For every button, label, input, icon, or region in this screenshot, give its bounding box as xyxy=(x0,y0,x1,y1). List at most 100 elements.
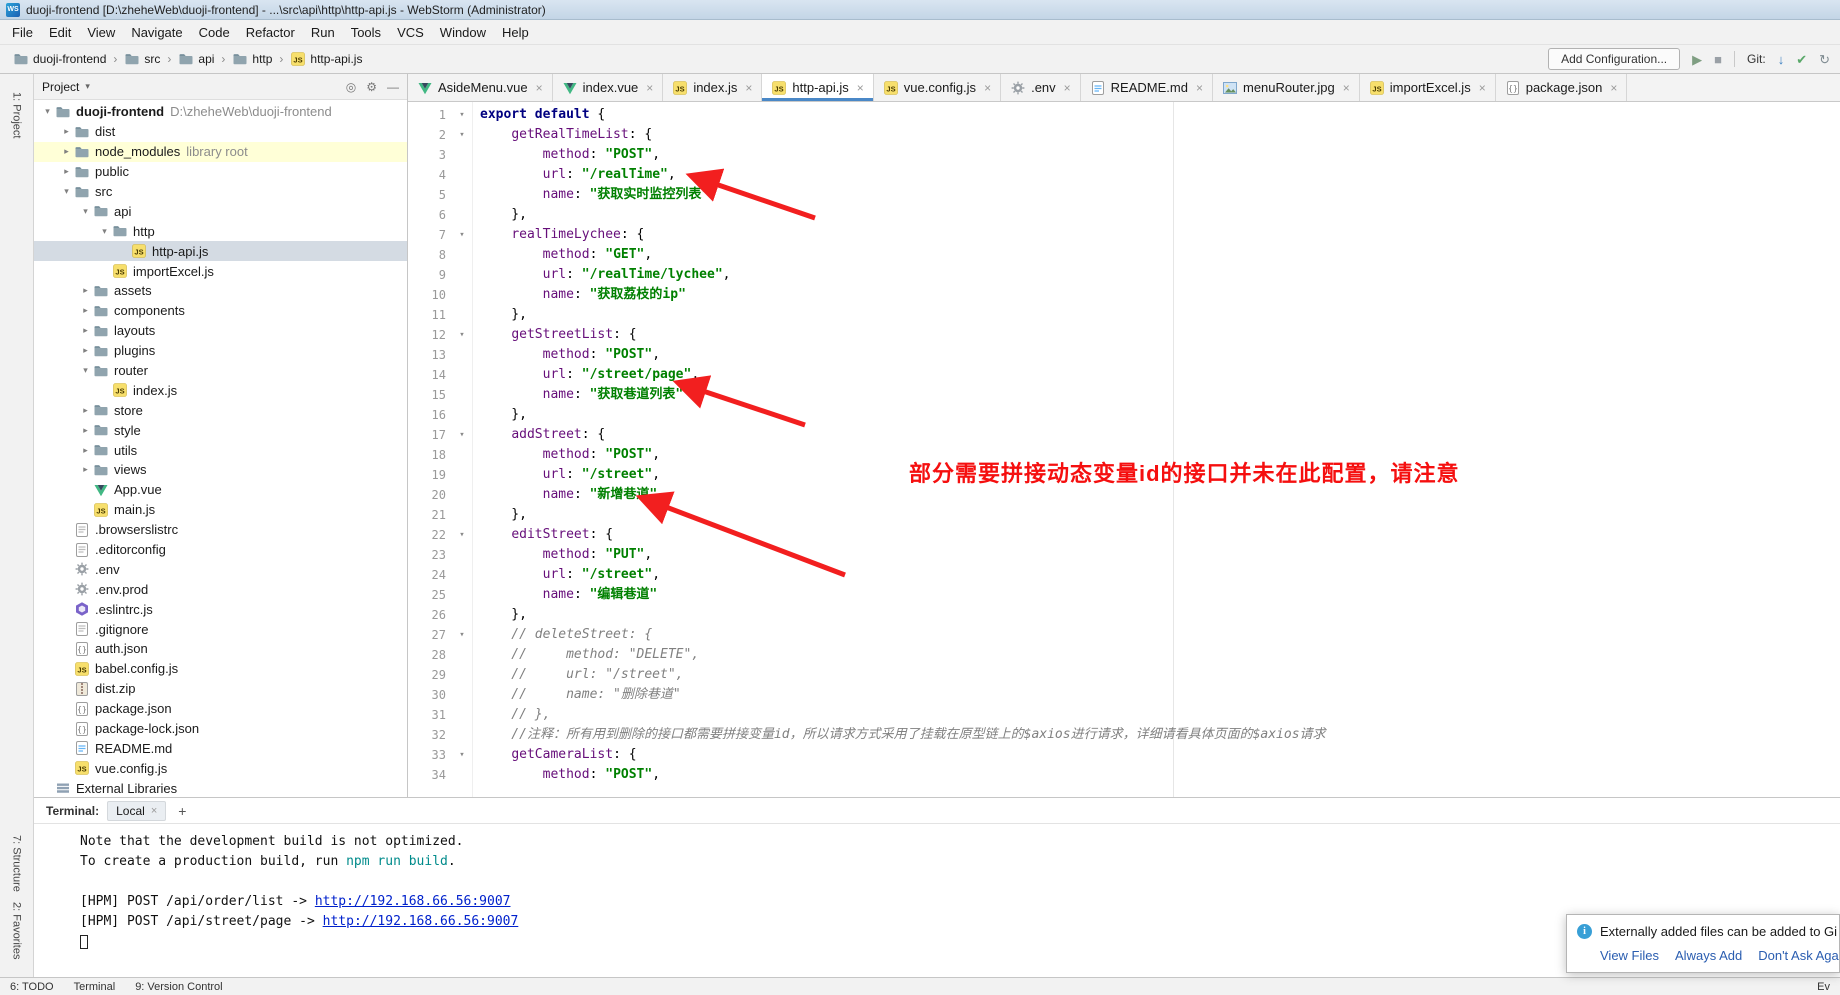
tree-item-app-vue[interactable]: App.vue xyxy=(34,480,407,500)
add-configuration-button[interactable]: Add Configuration... xyxy=(1548,48,1680,70)
status-item-6-todo[interactable]: 6: TODO xyxy=(10,981,54,993)
code-line-23[interactable]: 23 method: "PUT", xyxy=(408,545,1840,565)
code-line-33[interactable]: 33▾ getCameraList: { xyxy=(408,745,1840,765)
code-line-34[interactable]: 34 method: "POST", xyxy=(408,765,1840,785)
menu-item-window[interactable]: Window xyxy=(432,22,494,43)
code-line-2[interactable]: 2▾ getRealTimeList: { xyxy=(408,125,1840,145)
tab-menurouter-jpg[interactable]: menuRouter.jpg× xyxy=(1213,74,1360,101)
tab-index-js[interactable]: JSindex.js× xyxy=(663,74,762,101)
tree-item-views[interactable]: ▸views xyxy=(34,460,407,480)
code-line-12[interactable]: 12▾ getStreetList: { xyxy=(408,325,1840,345)
tab-importexcel-js[interactable]: JSimportExcel.js× xyxy=(1360,74,1496,101)
chevron-right-icon[interactable]: ▸ xyxy=(59,146,74,157)
tab-package-json[interactable]: {}package.json× xyxy=(1496,74,1628,101)
code-line-26[interactable]: 26 }, xyxy=(408,605,1840,625)
tree-item-babel-config-js[interactable]: JSbabel.config.js xyxy=(34,659,407,679)
tree-item-importexcel-js[interactable]: JSimportExcel.js xyxy=(34,261,407,281)
chevron-right-icon[interactable]: ▸ xyxy=(78,345,93,356)
code-line-27[interactable]: 27▾ // deleteStreet: { xyxy=(408,625,1840,645)
new-terminal-tab-button[interactable]: + xyxy=(174,803,190,819)
tree-item-index-js[interactable]: JSindex.js xyxy=(34,380,407,400)
code-area[interactable]: 1▾export default {2▾ getRealTimeList: {3… xyxy=(408,102,1840,797)
tree-item-eslintrc-js[interactable]: .eslintrc.js xyxy=(34,599,407,619)
menu-item-view[interactable]: View xyxy=(79,22,123,43)
code-line-32[interactable]: 32 //注释：所有用到删除的接口都需要拼接变量id，所以请求方式采用了挂载在原… xyxy=(408,725,1840,745)
code-line-3[interactable]: 3 method: "POST", xyxy=(408,145,1840,165)
code-line-5[interactable]: 5 name: "获取实时监控列表" xyxy=(408,185,1840,205)
chevron-right-icon[interactable]: ▸ xyxy=(78,285,93,296)
tree-item-style[interactable]: ▸style xyxy=(34,420,407,440)
menu-item-file[interactable]: File xyxy=(4,22,41,43)
terminal-link[interactable]: http://192.168.66.56:9007 xyxy=(315,894,511,909)
chevron-right-icon[interactable]: ▸ xyxy=(78,445,93,456)
notification-action-don-t-ask-agai[interactable]: Don't Ask Agai xyxy=(1758,948,1840,963)
code-line-6[interactable]: 6 }, xyxy=(408,205,1840,225)
tree-item-router[interactable]: ▾router xyxy=(34,361,407,381)
tree-item-gitignore[interactable]: .gitignore xyxy=(34,619,407,639)
status-right[interactable]: Ev xyxy=(1817,981,1830,993)
code-line-22[interactable]: 22▾ editStreet: { xyxy=(408,525,1840,545)
tool-button-2-favorites[interactable]: 2: Favorites xyxy=(11,902,23,959)
chevron-right-icon[interactable]: ▸ xyxy=(59,166,74,177)
tree-item-plugins[interactable]: ▸plugins xyxy=(34,341,407,361)
chevron-right-icon[interactable]: ▸ xyxy=(78,325,93,336)
notification-action-always-add[interactable]: Always Add xyxy=(1675,948,1742,963)
tree-item-dist[interactable]: ▸dist xyxy=(34,122,407,142)
code-line-21[interactable]: 21 }, xyxy=(408,505,1840,525)
tree-item-store[interactable]: ▸store xyxy=(34,400,407,420)
fold-icon[interactable]: ▾ xyxy=(452,225,472,245)
code-line-31[interactable]: 31 // }, xyxy=(408,705,1840,725)
code-line-29[interactable]: 29 // url: "/street", xyxy=(408,665,1840,685)
terminal-link[interactable]: http://192.168.66.56:9007 xyxy=(323,914,519,929)
close-icon[interactable]: × xyxy=(857,81,864,95)
code-line-7[interactable]: 7▾ realTimeLychee: { xyxy=(408,225,1840,245)
menu-item-vcs[interactable]: VCS xyxy=(389,22,432,43)
breadcrumb-item-http[interactable]: http xyxy=(229,49,275,69)
tree-item-external-libraries[interactable]: External Libraries xyxy=(34,778,407,797)
fold-icon[interactable]: ▾ xyxy=(452,325,472,345)
tab-http-api-js[interactable]: JShttp-api.js× xyxy=(762,74,873,101)
close-icon[interactable]: × xyxy=(1343,81,1350,95)
chevron-down-icon[interactable]: ▾ xyxy=(78,365,93,376)
git-commit-icon[interactable]: ✔ xyxy=(1796,53,1807,66)
code-line-16[interactable]: 16 }, xyxy=(408,405,1840,425)
tree-item-components[interactable]: ▸components xyxy=(34,301,407,321)
code-line-1[interactable]: 1▾export default { xyxy=(408,105,1840,125)
menu-item-tools[interactable]: Tools xyxy=(343,22,389,43)
code-line-8[interactable]: 8 method: "GET", xyxy=(408,245,1840,265)
run-icon[interactable]: ▶ xyxy=(1692,53,1702,66)
code-line-4[interactable]: 4 url: "/realTime", xyxy=(408,165,1840,185)
tree-item-auth-json[interactable]: {}auth.json xyxy=(34,639,407,659)
chevron-down-icon[interactable]: ▾ xyxy=(40,106,55,117)
code-line-25[interactable]: 25 name: "编辑巷道" xyxy=(408,585,1840,605)
close-icon[interactable]: × xyxy=(984,81,991,95)
tree-item-vue-config-js[interactable]: JSvue.config.js xyxy=(34,758,407,778)
code-line-14[interactable]: 14 url: "/street/page", xyxy=(408,365,1840,385)
notification-action-view-files[interactable]: View Files xyxy=(1600,948,1659,963)
close-icon[interactable]: × xyxy=(1610,81,1617,95)
code-line-24[interactable]: 24 url: "/street", xyxy=(408,565,1840,585)
breadcrumb-item-duoji-frontend[interactable]: duoji-frontend xyxy=(10,49,109,69)
tree-item-layouts[interactable]: ▸layouts xyxy=(34,321,407,341)
breadcrumb-item-src[interactable]: src xyxy=(121,49,163,69)
tree-item-api[interactable]: ▾api xyxy=(34,201,407,221)
close-icon[interactable]: × xyxy=(646,81,653,95)
git-history-icon[interactable]: ↻ xyxy=(1819,53,1830,66)
close-icon[interactable]: × xyxy=(1064,81,1071,95)
tool-button-1-project[interactable]: 1: Project xyxy=(11,92,23,138)
tab-env[interactable]: .env× xyxy=(1001,74,1081,101)
terminal-tab-local[interactable]: Local × xyxy=(107,801,166,821)
fold-icon[interactable]: ▾ xyxy=(452,525,472,545)
menu-item-refactor[interactable]: Refactor xyxy=(238,22,303,43)
code-line-10[interactable]: 10 name: "获取荔枝的ip" xyxy=(408,285,1840,305)
tree-item-utils[interactable]: ▸utils xyxy=(34,440,407,460)
tree-item-readme-md[interactable]: README.md xyxy=(34,739,407,759)
chevron-right-icon[interactable]: ▸ xyxy=(78,305,93,316)
tab-asidemenu-vue[interactable]: AsideMenu.vue× xyxy=(408,74,553,101)
settings-gear-icon[interactable]: ⚙ xyxy=(366,80,377,94)
tab-vue-config-js[interactable]: JSvue.config.js× xyxy=(874,74,1001,101)
breadcrumb-item-api[interactable]: api xyxy=(175,49,217,69)
fold-icon[interactable]: ▾ xyxy=(452,625,472,645)
code-line-30[interactable]: 30 // name: "删除巷道" xyxy=(408,685,1840,705)
close-icon[interactable]: × xyxy=(1196,81,1203,95)
